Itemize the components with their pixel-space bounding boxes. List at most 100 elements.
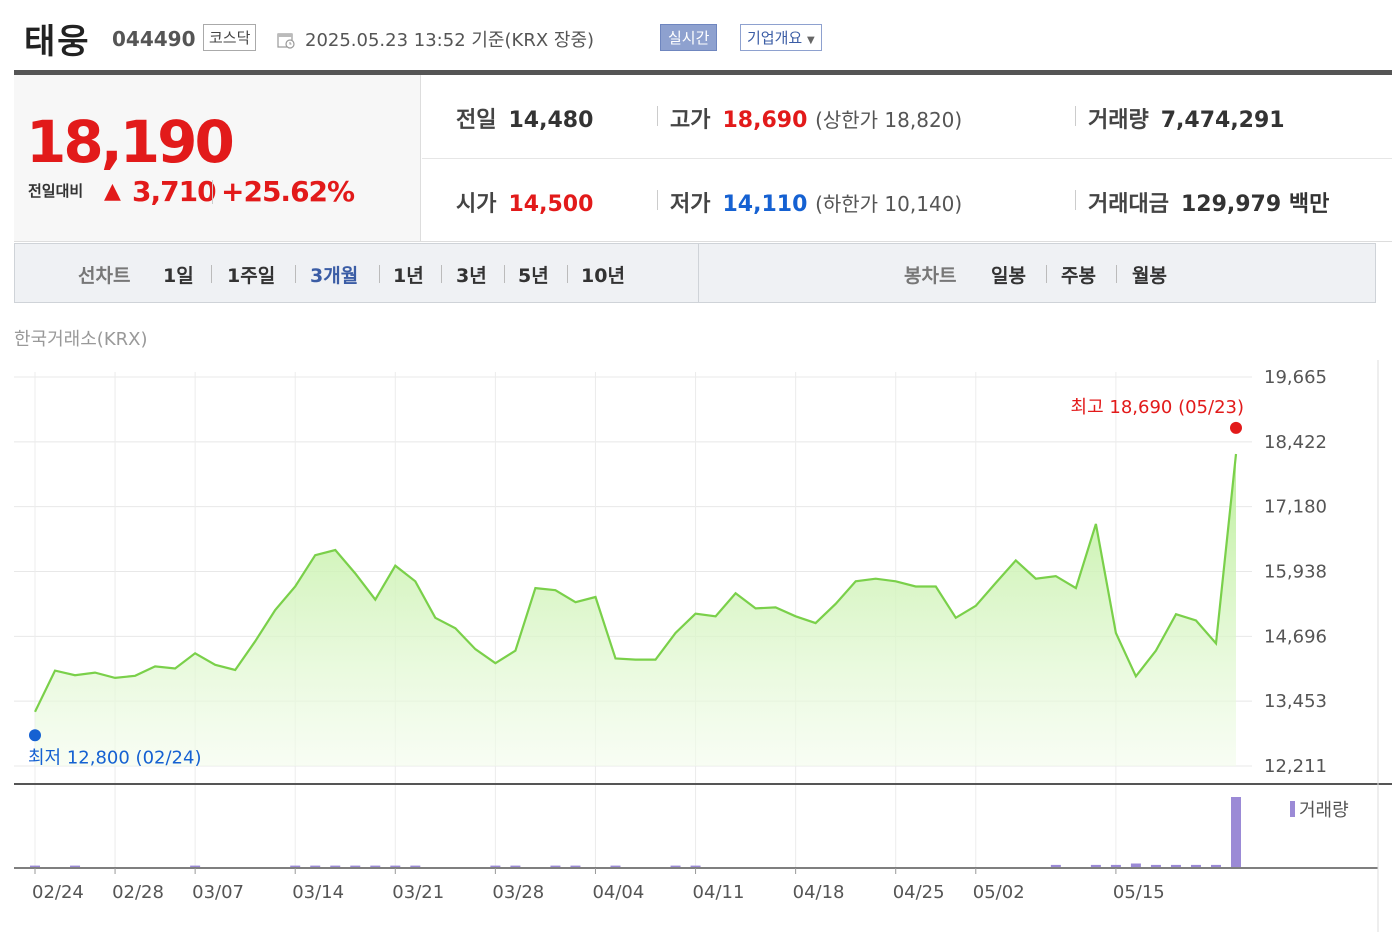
max-annotation: 최고 18,690 (05/23) — [1071, 397, 1244, 418]
x-tick-label: 02/24 — [32, 882, 84, 903]
y-tick-label: 17,180 — [1264, 497, 1327, 518]
candle-chart-label: 봉차트 — [904, 265, 957, 287]
divider — [567, 265, 568, 283]
volume-bar — [290, 865, 301, 867]
stat-upper-limit: (상한가 18,820) — [815, 108, 963, 132]
up-arrow-icon: ▲ — [104, 179, 121, 204]
divider — [441, 265, 442, 283]
tab-monthly-candle[interactable]: 월봉 — [1132, 261, 1167, 288]
realtime-button[interactable]: 실시간 — [660, 24, 718, 51]
volume-legend-icon — [1290, 801, 1295, 817]
period-bar-divider — [698, 243, 699, 303]
volume-bar — [490, 865, 501, 867]
calendar-icon — [277, 33, 295, 49]
stat-open-label: 시가 — [456, 192, 497, 217]
stat-high-value: 18,690 — [722, 108, 808, 133]
tab-1year[interactable]: 1년 — [393, 261, 424, 288]
divider — [212, 180, 213, 204]
stat-open-value: 14,500 — [508, 192, 594, 217]
volume-bar — [30, 865, 40, 867]
y-axis: 19,665 18,422 17,180 15,938 14,696 13,453 12,2… — [1264, 367, 1327, 777]
volume-bars — [30, 797, 1241, 867]
stock-name: 태웅 — [24, 22, 91, 62]
stat-prev-value: 14,480 — [508, 108, 594, 133]
company-overview-label: 기업개요 — [747, 29, 803, 47]
volume-legend-label: 거래량 — [1299, 800, 1349, 821]
stat-volume-label: 거래량 — [1088, 108, 1149, 133]
x-tick-label: 02/28 — [112, 882, 164, 903]
volume-bar — [1170, 864, 1181, 867]
stat-lower-limit: (하한가 10,140) — [815, 192, 963, 216]
tab-10year[interactable]: 10년 — [581, 261, 625, 288]
price-chart[interactable]: 19,665 18,422 17,180 15,938 14,696 13,453 12,2… — [0, 360, 1392, 932]
price-change: 3,710 — [132, 175, 217, 208]
y-tick-label: 13,453 — [1264, 691, 1327, 712]
x-tick-label: 03/28 — [492, 882, 544, 903]
stat-low: 저가 14,110 (하한가 10,140) — [670, 186, 962, 218]
stat-amount-value: 129,979 — [1180, 192, 1282, 217]
y-tick-label: 19,665 — [1264, 367, 1327, 388]
price-change-rate: +25.62% — [221, 175, 355, 208]
y-tick-label: 18,422 — [1264, 432, 1327, 453]
stat-open: 시가 14,500 — [456, 186, 593, 218]
y-tick-label: 12,211 — [1264, 756, 1327, 777]
stat-prev-label: 전일 — [456, 108, 497, 133]
volume-bar — [1150, 864, 1161, 867]
divider — [1116, 265, 1117, 283]
stat-high-label: 고가 — [670, 108, 711, 133]
line-chart-label: 선차트 — [78, 265, 131, 287]
volume-bar — [1130, 863, 1141, 867]
volume-bar — [1231, 797, 1241, 867]
stat-volume: 거래량 7,474,291 — [1088, 102, 1285, 134]
volume-bar — [690, 865, 701, 867]
x-axis: 02/24 02/28 03/07 03/14 03/21 03/28 04/04 04/11… — [32, 868, 1165, 903]
x-tick-label: 04/18 — [793, 882, 845, 903]
divider — [504, 265, 505, 283]
tab-1day[interactable]: 1일 — [163, 261, 194, 288]
market-badge: 코스닥 — [203, 24, 257, 51]
volume-bar — [610, 865, 621, 867]
x-tick-label: 03/07 — [192, 882, 244, 903]
volume-bar — [1050, 864, 1061, 867]
stat-low-value: 14,110 — [722, 192, 808, 217]
compare-label: 전일대비 — [28, 182, 84, 200]
volume-bar — [670, 865, 681, 867]
y-tick-label: 15,938 — [1264, 562, 1327, 583]
stat-amount: 거래대금 129,979 백만 — [1088, 186, 1329, 218]
tab-weekly-candle[interactable]: 주봉 — [1061, 261, 1096, 288]
tab-1week[interactable]: 1주일 — [227, 261, 275, 288]
volume-bar — [550, 865, 561, 867]
volume-bar — [350, 865, 361, 867]
divider — [1075, 106, 1076, 126]
x-tick-label: 04/04 — [592, 882, 644, 903]
tab-3month[interactable]: 3개월 — [310, 261, 358, 288]
divider — [1046, 265, 1047, 283]
x-tick-label: 04/25 — [893, 882, 945, 903]
stat-volume-value: 7,474,291 — [1160, 108, 1285, 133]
volume-bar — [1210, 864, 1221, 867]
current-price: 18,190 — [26, 108, 235, 176]
company-overview-button[interactable]: 기업개요 ▼ — [740, 24, 822, 51]
stat-amount-unit: 백만 — [1288, 192, 1330, 217]
x-tick-label: 03/14 — [292, 882, 344, 903]
volume-bar — [1090, 864, 1101, 867]
x-tick-label: 05/15 — [1113, 882, 1165, 903]
tab-daily-candle[interactable]: 일봉 — [991, 261, 1026, 288]
min-marker — [29, 729, 41, 742]
tab-3year[interactable]: 3년 — [456, 261, 487, 288]
tab-5year[interactable]: 5년 — [518, 261, 549, 288]
max-marker — [1230, 421, 1242, 434]
x-tick-label: 04/11 — [693, 882, 745, 903]
price-area — [35, 454, 1236, 766]
stat-prev-close: 전일 14,480 — [456, 102, 593, 134]
divider — [379, 265, 380, 283]
divider — [657, 190, 658, 210]
volume-bar — [70, 865, 81, 867]
stats-row-divider — [422, 158, 1392, 159]
volume-bar — [390, 865, 401, 867]
dropdown-caret-icon: ▼ — [806, 35, 815, 46]
volume-bar — [310, 865, 321, 867]
chart-period-bar — [14, 243, 1376, 303]
divider — [211, 265, 212, 283]
stock-code: 044490 — [112, 27, 196, 51]
